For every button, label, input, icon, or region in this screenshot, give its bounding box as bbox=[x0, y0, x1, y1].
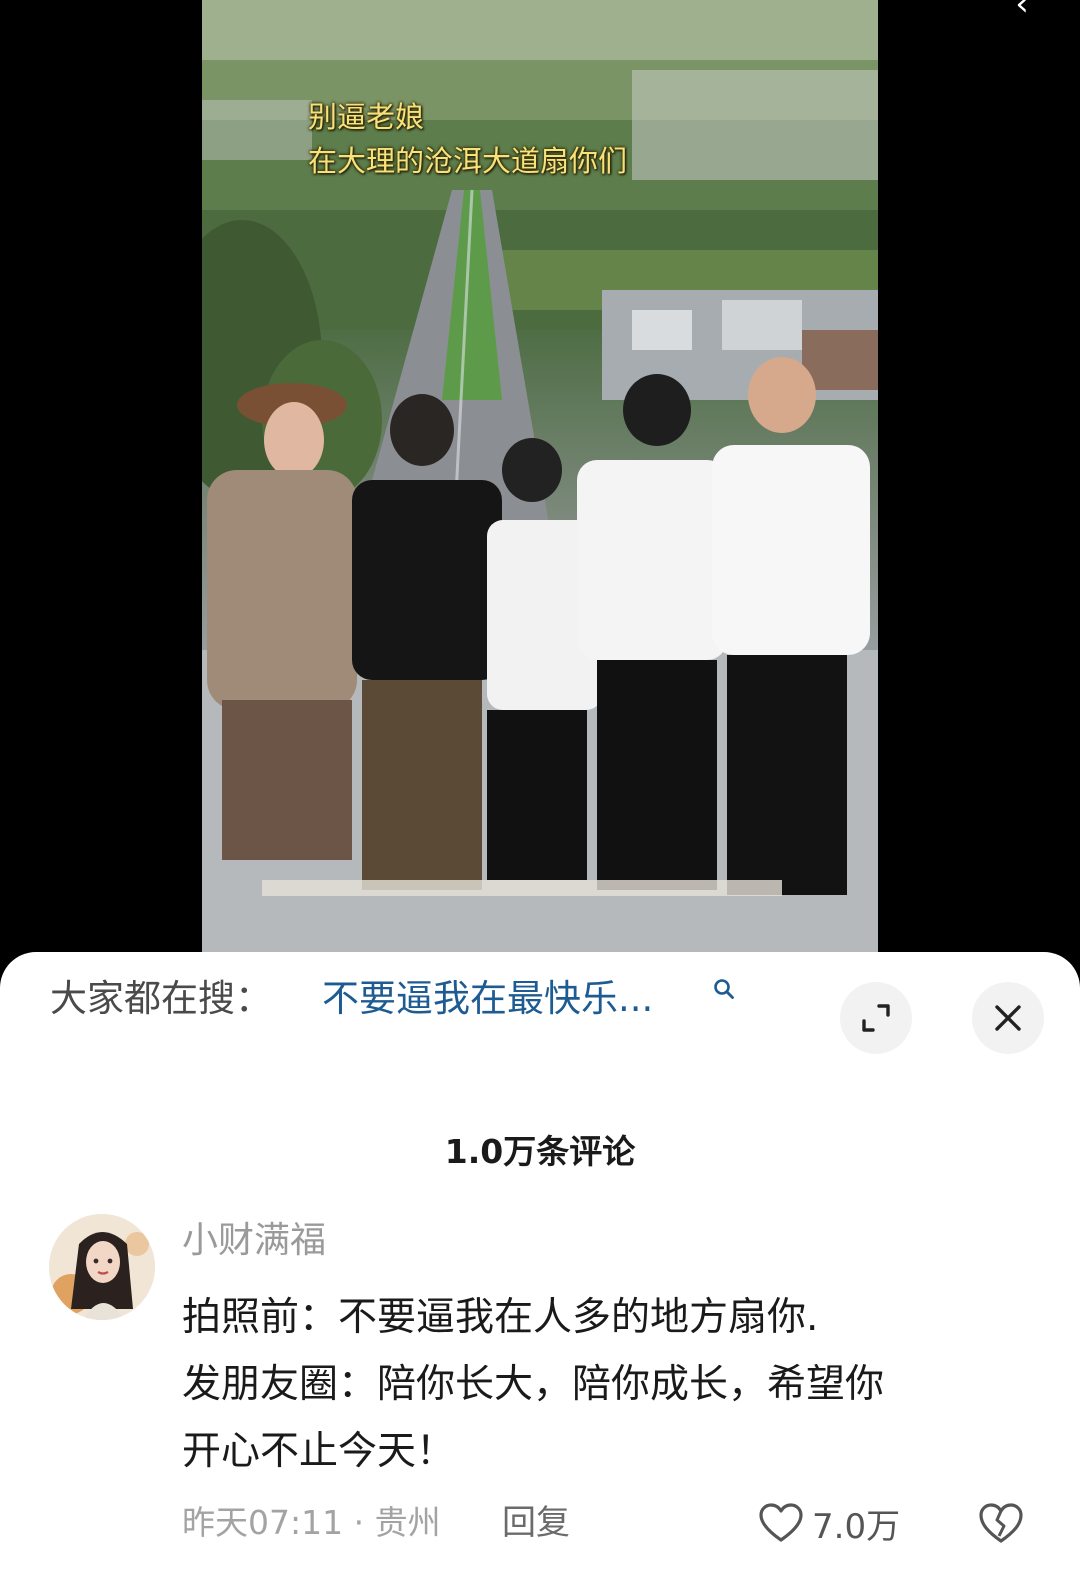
expand-button[interactable] bbox=[840, 982, 912, 1054]
caption-line-2: 在大理的沧洱大道扇你们 bbox=[308, 144, 628, 178]
back-icon[interactable]: ‹ bbox=[1002, 0, 1042, 24]
reply-button[interactable]: 回复 bbox=[502, 1500, 570, 1546]
heart-icon bbox=[759, 1503, 803, 1542]
caption-line-1: 别逼老娘 bbox=[308, 100, 425, 134]
like-button[interactable]: 7.0万 bbox=[758, 1498, 900, 1548]
comment-line-2: 发朋友圈：陪你长大，陪你成长，希望你 bbox=[182, 1362, 885, 1407]
video-player[interactable]: 别逼老娘 在大理的沧洱大道扇你们 ‹ bbox=[0, 0, 1080, 1000]
avatar[interactable] bbox=[49, 1214, 155, 1320]
search-prefix-label: 大家都在搜： bbox=[50, 977, 272, 1020]
search-suggestion-bar[interactable]: 大家都在搜： 不要逼我在最快乐... bbox=[0, 952, 1080, 1072]
broken-heart-icon bbox=[979, 1503, 1023, 1543]
close-button[interactable] bbox=[972, 982, 1044, 1054]
comment-text: 拍照前：不要逼我在人多的地方扇你. 发朋友圈：陪你长大，陪你成长，希望你 开心不… bbox=[182, 1284, 1012, 1485]
comment-line-3: 开心不止今天！ bbox=[182, 1429, 456, 1474]
like-count: 7.0万 bbox=[812, 1506, 901, 1547]
comments-sheet: 大家都在搜： 不要逼我在最快乐... 1.0万条评论 小财满福 拍照前：不要逼我… bbox=[0, 952, 1080, 1594]
video-comments-screen: 别逼老娘 在大理的沧洱大道扇你们 ‹ 大家都在搜： 不要逼我在最快乐... 1.… bbox=[0, 0, 1080, 1594]
search-query-link[interactable]: 不要逼我在最快乐... bbox=[322, 974, 653, 1024]
comment-item[interactable]: 小财满福 拍照前：不要逼我在人多的地方扇你. 发朋友圈：陪你长大，陪你成长，希望… bbox=[0, 1214, 1080, 1594]
video-caption: 别逼老娘 在大理的沧洱大道扇你们 bbox=[308, 95, 627, 183]
expand-icon bbox=[862, 1004, 890, 1032]
comment-meta: 昨天07:11 · 贵州 bbox=[182, 1503, 441, 1542]
dislike-button[interactable] bbox=[976, 1498, 1026, 1548]
search-icon[interactable] bbox=[713, 978, 735, 1000]
comments-count-title: 1.0万条评论 bbox=[444, 1132, 636, 1171]
close-icon bbox=[995, 1005, 1021, 1031]
comment-username[interactable]: 小财满福 bbox=[182, 1218, 326, 1264]
avatar-image bbox=[49, 1214, 155, 1320]
video-frame[interactable]: 别逼老娘 在大理的沧洱大道扇你们 bbox=[202, 0, 878, 952]
comment-line-1: 拍照前：不要逼我在人多的地方扇你. bbox=[182, 1295, 819, 1340]
